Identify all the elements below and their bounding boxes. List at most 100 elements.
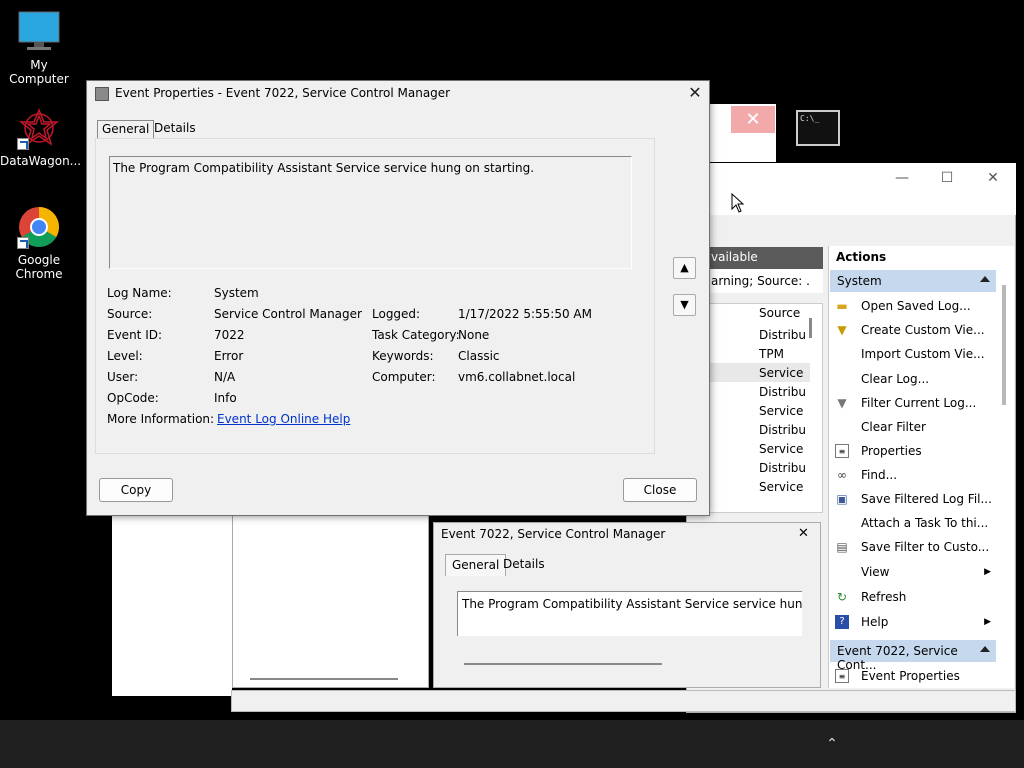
close-icon[interactable]: ✕ xyxy=(798,526,809,541)
user-label: User: xyxy=(107,370,139,384)
more-info-label: More Information: xyxy=(107,412,215,426)
desktop-icon-label: DataWagon... xyxy=(0,154,82,168)
action-event-properties[interactable]: ≡ Event Properties xyxy=(833,665,995,687)
event-list-filter-text: arning; Source: . xyxy=(707,269,823,293)
computer-value: vm6.collabnet.local xyxy=(458,370,576,384)
tree-horizontal-scrollbar[interactable] xyxy=(250,678,398,680)
properties-icon: ≡ xyxy=(835,669,849,683)
datawagon-logo-icon xyxy=(17,106,61,150)
action-create-custom-view[interactable]: ▼ Create Custom Vie... xyxy=(833,319,995,341)
column-header-source[interactable]: Source xyxy=(759,306,805,320)
actions-group-label: System xyxy=(837,274,882,288)
close-button[interactable]: Close xyxy=(623,478,697,502)
table-row[interactable]: Service C xyxy=(759,480,805,494)
maximize-icon[interactable]: ☐ xyxy=(932,168,962,188)
background-window-pane xyxy=(112,513,232,696)
action-filter-current-log[interactable]: ▼ Filter Current Log... xyxy=(833,392,995,414)
actions-group-event[interactable]: Event 7022, Service Cont... xyxy=(830,640,996,672)
table-row[interactable]: TPM xyxy=(759,347,805,361)
source-value: Service Control Manager xyxy=(214,307,362,321)
arrow-up-icon: ▲ xyxy=(680,261,689,274)
opcode-label: OpCode: xyxy=(107,391,159,405)
preview-tab-details[interactable]: Details xyxy=(497,554,551,576)
event-list-header: vailable xyxy=(707,247,823,269)
opcode-value: Info xyxy=(214,391,237,405)
collapse-up-icon[interactable] xyxy=(980,276,990,282)
action-clear-filter[interactable]: Clear Filter xyxy=(833,416,995,438)
arrow-down-icon: ▼ xyxy=(680,298,689,311)
action-help[interactable]: ? Help ▶ xyxy=(833,611,995,633)
keywords-label: Keywords: xyxy=(372,349,434,363)
event-log-online-help-link[interactable]: Event Log Online Help xyxy=(217,412,350,426)
event-description[interactable]: The Program Compatibility Assistant Serv… xyxy=(109,156,632,269)
keywords-value: Classic xyxy=(458,349,500,363)
action-save-filtered-log[interactable]: ▣ Save Filtered Log Fil... xyxy=(833,488,995,510)
table-row[interactable]: Service C xyxy=(759,366,805,380)
binoculars-icon: ∞ xyxy=(837,468,847,482)
save-icon: ▣ xyxy=(836,492,848,506)
logged-label: Logged: xyxy=(372,307,421,321)
actions-group-system[interactable]: System xyxy=(830,270,996,292)
level-value: Error xyxy=(214,349,244,363)
preview-horizontal-scrollbar[interactable] xyxy=(464,663,662,665)
actions-scrollbar[interactable] xyxy=(1002,285,1006,405)
desktop-icon-label: My Computer xyxy=(9,58,69,86)
previous-event-button[interactable]: ▲ xyxy=(673,257,696,279)
close-icon[interactable]: ✕ xyxy=(731,106,775,133)
preview-title: Event 7022, Service Control Manager xyxy=(441,527,666,541)
task-category-label: Task Category: xyxy=(372,328,460,342)
desktop-icon-datawagon[interactable]: DataWagon... xyxy=(0,106,82,168)
action-refresh[interactable]: ↻ Refresh xyxy=(833,586,995,608)
table-row[interactable]: Distribut xyxy=(759,461,805,475)
help-icon: ? xyxy=(835,615,849,629)
table-row[interactable]: Service C xyxy=(759,404,805,418)
action-open-saved-log[interactable]: ▬ Open Saved Log... xyxy=(833,295,995,317)
event-id-label: Event ID: xyxy=(107,328,163,342)
next-event-button[interactable]: ▼ xyxy=(673,294,696,316)
table-row[interactable]: Service C xyxy=(759,442,805,456)
dialog-title: Event Properties - Event 7022, Service C… xyxy=(115,86,451,100)
mouse-cursor-icon xyxy=(731,192,745,216)
action-save-filter-to-custom[interactable]: ▤ Save Filter to Custo... xyxy=(833,536,995,558)
task-category-value: None xyxy=(458,328,490,342)
event-id-value: 7022 xyxy=(214,328,245,342)
shortcut-arrow-icon xyxy=(17,237,29,249)
desktop-icon-google-chrome[interactable]: Google Chrome xyxy=(0,205,78,281)
level-label: Level: xyxy=(107,349,143,363)
tab-general[interactable]: General xyxy=(97,120,155,138)
preview-description: The Program Compatibility Assistant Serv… xyxy=(457,591,802,636)
table-row[interactable]: Distribut xyxy=(759,423,805,437)
monitor-icon xyxy=(17,10,61,54)
table-row[interactable]: Distribut xyxy=(759,328,805,342)
actions-title: Actions xyxy=(836,250,887,264)
close-icon[interactable]: ✕ xyxy=(978,168,1008,188)
minimize-icon[interactable]: — xyxy=(887,168,917,188)
folder-icon: ▬ xyxy=(836,299,848,313)
log-name-label: Log Name: xyxy=(107,286,172,300)
computer-label: Computer: xyxy=(372,370,436,384)
desktop-icon-my-computer[interactable]: My Computer xyxy=(0,10,78,86)
action-view[interactable]: View ▶ xyxy=(833,561,995,583)
tab-details[interactable]: Details xyxy=(150,120,200,138)
submenu-arrow-icon: ▶ xyxy=(984,567,991,577)
submenu-arrow-icon: ▶ xyxy=(984,617,991,627)
logged-value: 1/17/2022 5:55:50 AM xyxy=(458,307,592,321)
event-list-scrollbar[interactable] xyxy=(809,318,812,338)
filter-icon: ▼ xyxy=(837,323,847,337)
cmd-icon[interactable]: C:\_ xyxy=(796,110,840,146)
event-viewer-icon xyxy=(95,87,109,101)
close-icon[interactable]: ✕ xyxy=(684,82,706,104)
action-attach-task[interactable]: Attach a Task To thi... xyxy=(833,512,995,534)
collapse-up-icon[interactable] xyxy=(980,646,990,652)
chevron-up-icon[interactable]: ⌃ xyxy=(822,734,842,754)
action-find[interactable]: ∞ Find... xyxy=(833,464,995,486)
funnel-icon: ▼ xyxy=(837,396,847,410)
table-row[interactable]: Distribut xyxy=(759,385,805,399)
action-clear-log[interactable]: Clear Log... xyxy=(833,368,995,390)
tree-pane xyxy=(232,513,429,688)
action-import-custom-view[interactable]: Import Custom Vie... xyxy=(833,343,995,365)
save-filter-icon: ▤ xyxy=(836,540,848,554)
copy-button[interactable]: Copy xyxy=(99,478,173,502)
taskbar xyxy=(0,720,1024,768)
action-properties[interactable]: ≡ Properties xyxy=(833,440,995,462)
